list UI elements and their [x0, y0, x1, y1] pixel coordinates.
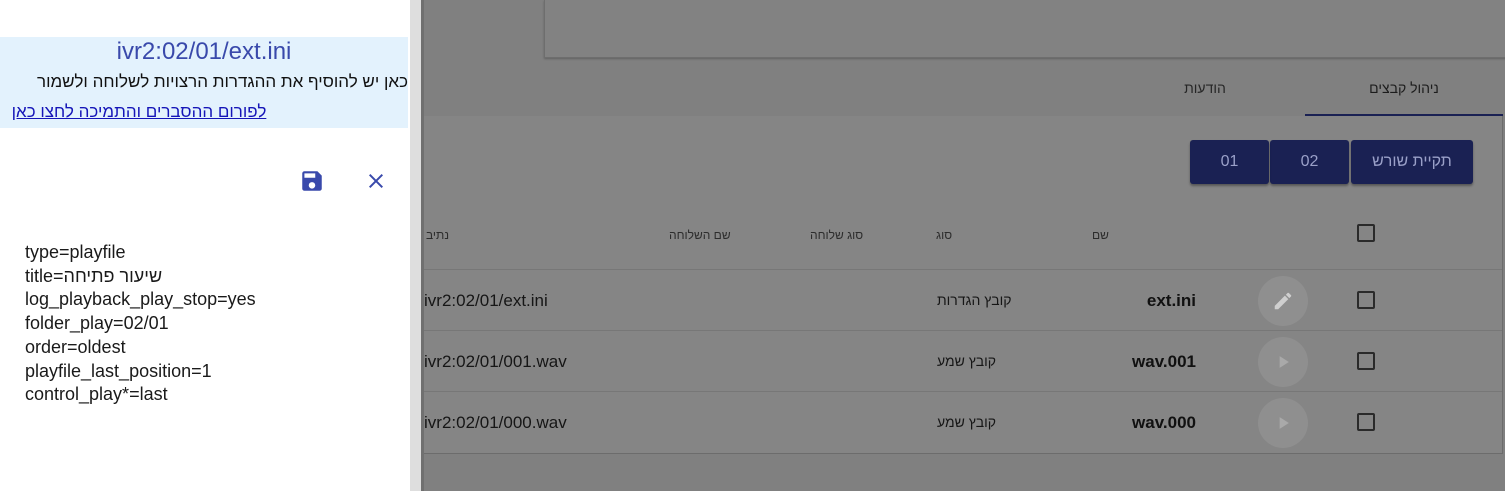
row-name: ext.ini — [1146, 291, 1196, 310]
tab-messages[interactable]: הודעות — [1135, 60, 1275, 116]
row-checkbox[interactable] — [1357, 291, 1375, 309]
row-name: wav.000 — [1132, 413, 1196, 432]
file-title: ivr2:02/01/ext.ini — [116, 38, 292, 65]
row-checkbox[interactable] — [1357, 413, 1375, 431]
header-type: סוג — [936, 228, 953, 242]
row-path: ivr2:02/01/ext.ini — [424, 291, 548, 310]
edit-button[interactable] — [1258, 276, 1308, 326]
header-name: שם — [1092, 228, 1109, 242]
table-row[interactable]: ivr2:02/01/ext.ini קובץ הגדרות ext.ini — [424, 269, 1502, 331]
edit-icon — [1274, 292, 1292, 310]
info-box: ivr2:02/01/ext.ini כאן יש להוסיף את ההגד… — [0, 37, 408, 128]
info-text: כאן יש להוסיף את ההגדרות הרצויות לשלוחה … — [37, 72, 408, 91]
close-button[interactable] — [362, 167, 390, 195]
resize-grip — [421, 0, 424, 491]
row-type: קובץ הגדרות — [937, 292, 1012, 308]
code-line: control_play*=last — [25, 384, 168, 405]
save-button[interactable] — [298, 167, 326, 195]
row-path: ivr2:02/01/001.wav — [424, 352, 567, 371]
close-icon — [369, 174, 383, 188]
play-icon — [1279, 417, 1289, 429]
row-checkbox[interactable] — [1357, 352, 1375, 370]
file-manager-background: ניהול קבצים הודעות תקיית שורש 02 01 שם ס… — [424, 0, 1505, 491]
header-ext-name: שם השלוחה — [669, 228, 731, 242]
play-icon — [1279, 356, 1289, 368]
row-type: קובץ שמע — [937, 414, 997, 430]
code-line: playfile_last_position=1 — [25, 360, 212, 381]
tab-messages-label: הודעות — [1184, 80, 1226, 96]
code-line: title=שיעור פתיחה — [25, 265, 163, 286]
tab-file-management[interactable]: ניהול קבצים — [1305, 60, 1503, 116]
select-all-checkbox[interactable] — [1357, 224, 1375, 242]
row-type: קובץ שמע — [937, 353, 997, 369]
code-line: folder_play=02/01 — [25, 313, 169, 334]
panel-resize-handle[interactable] — [410, 0, 424, 491]
tabs-bar: ניהול קבצים הודעות — [544, 60, 1505, 116]
file-content-editor[interactable]: type=playfile title=שיעור פתיחה log_play… — [25, 241, 405, 407]
files-card: תקיית שורש 02 01 שם סוג סוג שלוחה שם השל… — [424, 116, 1503, 454]
forum-link[interactable]: לפורום ההסברים והתמיכה לחצו כאן — [0, 101, 408, 123]
code-line: log_playback_play_stop=yes — [25, 289, 256, 310]
table-row[interactable]: ivr2:02/01/000.wav קובץ שמע wav.000 — [424, 391, 1502, 453]
code-line: order=oldest — [25, 336, 126, 357]
breadcrumb-root-button[interactable]: תקיית שורש — [1351, 140, 1473, 184]
header-path: נתיב — [425, 228, 449, 242]
header-ext-type: סוג שלוחה — [810, 228, 864, 242]
file-editor-panel: ivr2:02/01/ext.ini כאן יש להוסיף את ההגד… — [0, 0, 410, 491]
table-row[interactable]: ivr2:02/01/001.wav קובץ שמע wav.001 — [424, 330, 1502, 392]
play-button[interactable] — [1258, 337, 1308, 387]
breadcrumb-02-button[interactable]: 02 — [1270, 140, 1349, 184]
top-card — [544, 0, 1505, 58]
code-line: type=playfile — [25, 242, 126, 262]
play-button[interactable] — [1258, 398, 1308, 448]
row-name: wav.001 — [1132, 352, 1196, 371]
save-icon — [302, 171, 322, 191]
tab-file-management-label: ניהול קבצים — [1369, 80, 1439, 96]
row-path: ivr2:02/01/000.wav — [424, 413, 567, 432]
breadcrumb-01-button[interactable]: 01 — [1190, 140, 1269, 184]
